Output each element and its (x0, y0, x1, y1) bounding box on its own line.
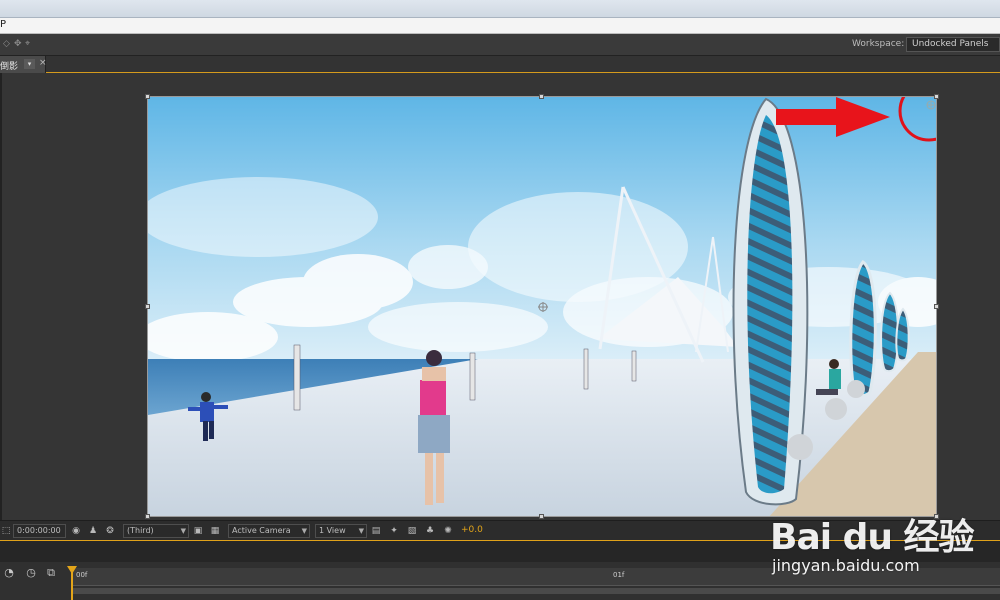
transform-handle-tc[interactable] (539, 94, 544, 99)
flowchart-icon[interactable]: ♣ (424, 525, 436, 537)
timecode-display[interactable]: 0:00:00:00 (13, 524, 66, 538)
resolution-select[interactable]: (Third) ▼ (123, 524, 189, 538)
transform-handle-bc[interactable] (539, 514, 544, 519)
window-title-bar (0, 0, 1000, 18)
fast-previews-icon[interactable]: ✦ (388, 525, 400, 537)
hand-tool-icon[interactable]: ✥ (14, 40, 23, 49)
chevron-down-icon: ▼ (180, 527, 186, 535)
rendered-scene (148, 97, 936, 516)
ruler-start-label: 00f (76, 571, 88, 579)
workspace-value: Undocked Panels (912, 39, 989, 49)
live-update-icon[interactable]: ◔ (2, 566, 16, 580)
timecode-value: 0:00:00:00 (17, 526, 61, 535)
menu-bar: P (0, 18, 1000, 34)
transform-handle-tr[interactable] (934, 94, 939, 99)
show-snapshot-icon[interactable]: ♟ (87, 525, 99, 537)
tab-menu-icon[interactable]: ▾ (24, 59, 35, 69)
selection-tool-icon[interactable]: ◇ (3, 40, 12, 49)
toggle-pixel-aspect-icon[interactable]: ▤ (370, 525, 382, 537)
view-layout-select[interactable]: 1 View ▼ (315, 524, 367, 538)
active-camera-select[interactable]: Active Camera ▼ (228, 524, 310, 538)
anchor-point-icon[interactable] (926, 100, 936, 110)
snapshot-icon[interactable]: ◉ (70, 525, 82, 537)
toolbar: ◇ ✥ ⌖ Workspace: Undocked Panels (0, 34, 1000, 56)
baidu-watermark: Bai du 经验 jingyan.baidu.com (770, 494, 1000, 594)
zoom-tool-icon[interactable]: ⌖ (25, 40, 34, 49)
stopwatch-icon[interactable]: ◷ (24, 566, 38, 580)
workspace-label: Workspace: (852, 39, 905, 49)
transparency-grid-icon[interactable]: ▦ (209, 525, 221, 537)
timeline-icon[interactable]: ▧ (406, 525, 418, 537)
reset-exposure-icon[interactable]: ✺ (442, 525, 454, 537)
panel-divider (0, 73, 2, 520)
menu-fragment[interactable]: P (0, 19, 6, 30)
ruler-marker-label: 01f (613, 571, 625, 579)
channel-select-value: (Third) (127, 526, 154, 535)
workspace-select[interactable]: Undocked Panels (906, 37, 1000, 52)
exposure-value[interactable]: +0.0 (461, 525, 483, 535)
transform-handle-mr[interactable] (934, 304, 939, 309)
watermark-url: jingyan.baidu.com (772, 556, 920, 575)
transform-handle-bl[interactable] (145, 514, 150, 519)
fast-preview-icon[interactable]: ▣ (192, 525, 204, 537)
views-select-value: 1 View (319, 526, 346, 535)
chevron-down-icon: ▼ (358, 527, 364, 535)
composition-tab[interactable]: 倒影 ▾ × (0, 56, 47, 73)
watermark-brand: Bai du 经验 (770, 517, 975, 558)
chevron-down-icon: ▼ (301, 527, 307, 535)
camera-select-value: Active Camera (232, 526, 291, 535)
region-of-interest-icon[interactable]: ⬚ (0, 525, 12, 537)
color-channel-icon[interactable]: ❂ (104, 525, 116, 537)
composition-frame[interactable] (147, 96, 937, 517)
transform-handle-ml[interactable] (145, 304, 150, 309)
composition-tab-label: 倒影 (0, 62, 19, 72)
playhead-handle-icon[interactable] (67, 566, 77, 574)
graph-editor-icon[interactable]: ⧉ (44, 566, 58, 580)
composition-tab-row: 倒影 ▾ × (0, 56, 1000, 73)
transform-handle-tl[interactable] (145, 94, 150, 99)
close-icon[interactable]: × (39, 58, 47, 68)
after-effects-window: P ◇ ✥ ⌖ Workspace: Undocked Panels 倒影 ▾ … (0, 0, 1000, 600)
